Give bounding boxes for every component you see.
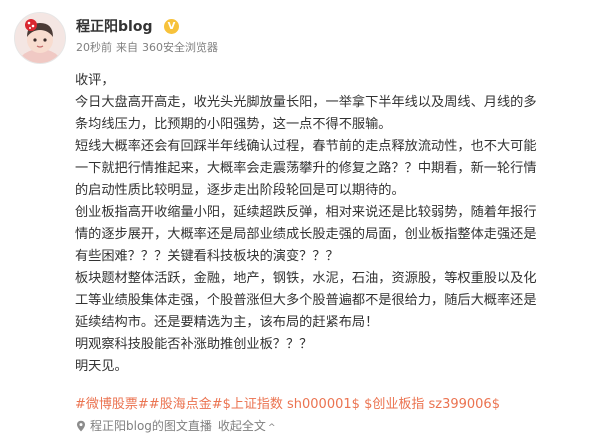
live-broadcast-link[interactable]: 程正阳blog的图文直播	[90, 419, 212, 433]
post-content: 收评， 今日大盘高开高走，收光头光脚放量长阳，一举拿下半年线以及周线、月线的多 …	[75, 70, 575, 378]
weibo-post-card: 程正阳blog V 20秒前 来自 360安全浏览器 收评， 今日大盘高开高走，收光…	[0, 0, 602, 439]
content-line: 短线大概率还会有回踩半年线确认过程，春节前的走点释放流动性，也不大可能	[75, 139, 537, 154]
chevron-up-icon: ^	[267, 423, 276, 433]
content-line: 工等业绩股集体走强，个股普涨但大多个股普遍都不是很给力，随后大概率还是	[75, 293, 537, 308]
content-line: 的启动性质比较明显，逐步走出阶段轮回是可以期待的。	[75, 183, 405, 198]
location-pin-icon	[77, 420, 85, 432]
post-tags: #微博股票##股海点金#$上证指数 sh000001$ $创业板指 sz3990…	[75, 396, 595, 414]
stock-tag-shanghai-index[interactable]: $上证指数 sh000001$	[223, 397, 360, 412]
post-meta: 20秒前 来自 360安全浏览器	[76, 40, 218, 56]
post-footer: 程正阳blog的图文直播 收起全文 ^	[75, 418, 275, 436]
post-source[interactable]: 360安全浏览器	[142, 41, 218, 54]
content-line: 今日大盘高开高走，收光头光脚放量长阳，一举拿下半年线以及周线、月线的多	[75, 95, 537, 110]
stock-tag-chinext-index[interactable]: $创业板指 sz399006$	[364, 397, 500, 412]
content-line: 条均线压力，比预期的小阳强势，这一点不得不服输。	[75, 117, 392, 132]
source-prefix: 来自	[116, 41, 138, 54]
content-line: 板块题材整体活跃，金融，地产，钢铁，水泥，石油，资源股，等权重股以及化	[75, 271, 537, 286]
avatar-image	[15, 13, 65, 63]
topic-tag-weibo-stocks[interactable]: #微博股票#	[75, 397, 149, 412]
avatar[interactable]	[14, 12, 66, 64]
content-line: 延续结构市。还是要精选为主，该布局的赶紧布局！	[75, 315, 379, 330]
content-line: 情的逐步展开，大概率还是局部业绩成长股走强的局面，创业板指整体走强还是	[75, 227, 537, 242]
collapse-text-link[interactable]: 收起全文 ^	[218, 419, 276, 433]
content-line: 明观察科技股能否补涨助推创业板？？？	[75, 337, 313, 352]
collapse-label: 收起全文	[217, 419, 266, 433]
content-line: 创业板指高开收缩量小阳，延续超跌反弹，相对来说还是比较弱势，随着年报行	[75, 205, 537, 220]
content-line: 收评，	[75, 73, 115, 88]
post-time[interactable]: 20秒前	[76, 41, 112, 54]
content-line: 明天见。	[75, 359, 128, 374]
content-line: 有些困难？？？关键看科技板块的演变？？？	[75, 249, 339, 264]
content-line: 一下就把行情推起来，大概率会走震荡攀升的修复之路？？中期看，新一轮行情	[75, 161, 537, 176]
author-name[interactable]: 程正阳blog	[76, 18, 152, 36]
topic-tag-guhai-dianjin[interactable]: #股海点金#	[149, 397, 223, 412]
verified-badge-icon: V	[164, 19, 179, 34]
